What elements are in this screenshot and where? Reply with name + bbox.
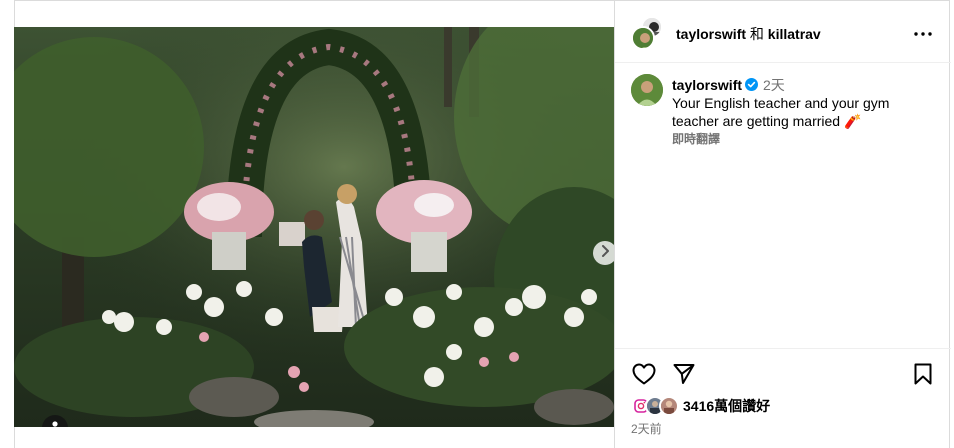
- caption-avatar[interactable]: [631, 74, 663, 106]
- post-side-panel: taylorswift 和 killatrav taylorswift 2天 Yo…: [614, 0, 951, 448]
- verified-badge-icon: [745, 77, 759, 91]
- share-button[interactable]: [671, 363, 697, 389]
- post-header: taylorswift 和 killatrav: [615, 0, 951, 63]
- caption-text: Your English teacher and your gym teache…: [672, 94, 937, 130]
- send-icon: [673, 363, 695, 390]
- like-button[interactable]: [631, 363, 657, 389]
- heart-icon: [632, 363, 656, 390]
- caption-body: taylorswift 2天 Your English teacher and y…: [672, 76, 937, 148]
- owner-conjunction: 和: [749, 26, 764, 42]
- owner-primary-link[interactable]: taylorswift: [676, 26, 746, 42]
- bookmark-icon: [914, 363, 932, 390]
- user-icon: [49, 419, 61, 427]
- see-translation-link[interactable]: 即時翻譯: [672, 130, 937, 148]
- save-button[interactable]: [910, 363, 936, 389]
- post-photo: [14, 27, 614, 427]
- more-options-button[interactable]: [913, 22, 933, 42]
- chevron-right-icon: [600, 244, 610, 262]
- likes-row[interactable]: 3416萬個讚好: [631, 396, 770, 416]
- next-image-button[interactable]: [593, 241, 614, 265]
- caption-time[interactable]: 2天: [763, 77, 785, 93]
- post-actions: 3416萬個讚好 2天前: [615, 348, 951, 448]
- more-icon: [914, 23, 932, 41]
- collab-avatars[interactable]: [631, 16, 665, 50]
- firecracker-emoji: 🧨: [843, 113, 862, 129]
- post-media[interactable]: [14, 27, 614, 427]
- liker-avatar-3: [659, 396, 679, 416]
- owner-secondary-link[interactable]: killatrav: [768, 26, 821, 42]
- post-owners: taylorswift 和 killatrav: [676, 24, 821, 44]
- avatar-primary: [631, 26, 655, 50]
- caption-username[interactable]: taylorswift: [672, 77, 742, 93]
- likes-count[interactable]: 3416萬個讚好: [683, 396, 770, 416]
- post-date[interactable]: 2天前: [631, 420, 662, 437]
